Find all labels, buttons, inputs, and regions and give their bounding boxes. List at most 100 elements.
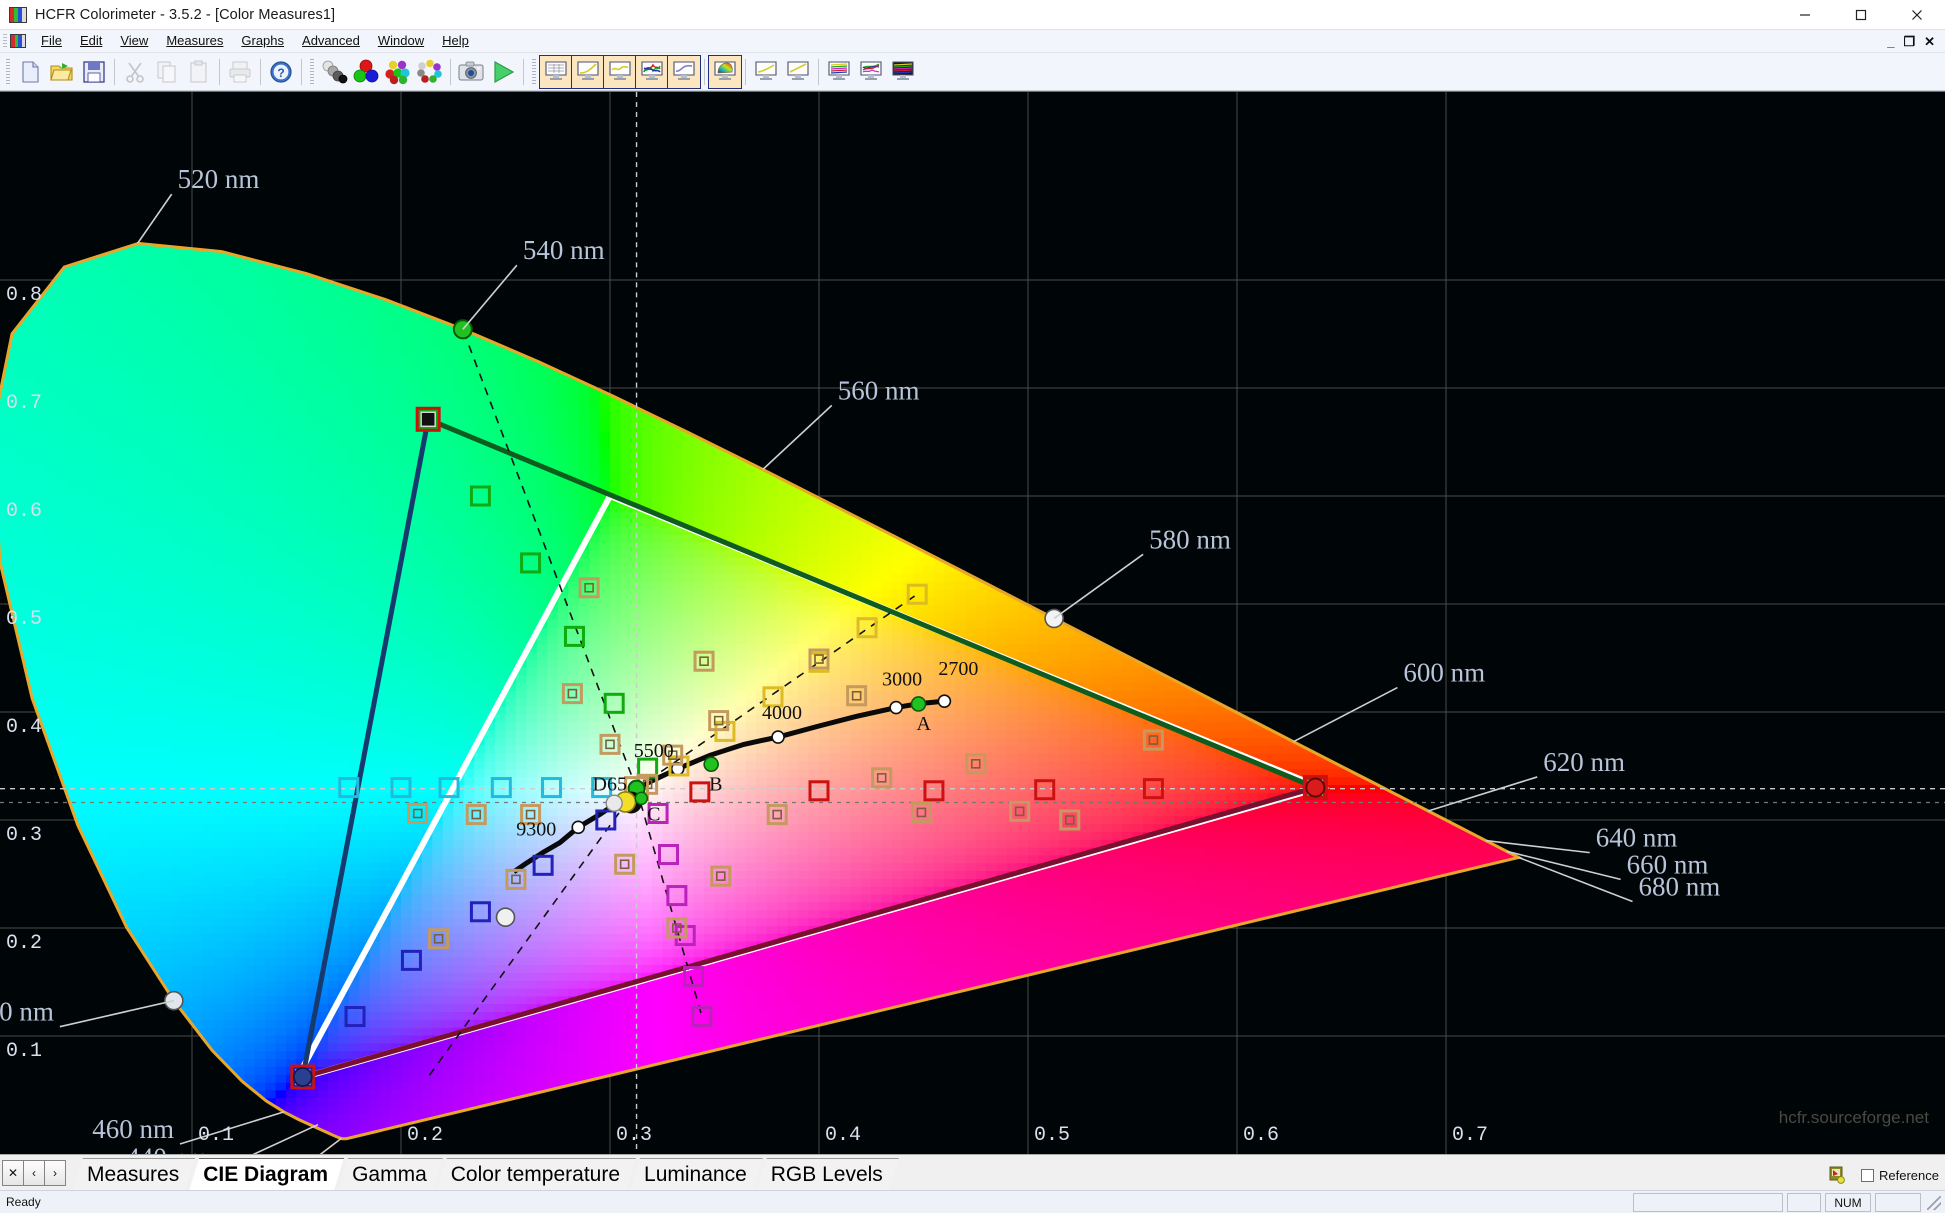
view-gamma-button[interactable] bbox=[571, 54, 605, 89]
menu-item-advanced[interactable]: Advanced bbox=[293, 31, 369, 51]
app-logo-icon bbox=[9, 6, 27, 23]
tab-label: RGB Levels bbox=[770, 1162, 883, 1186]
wavelength-label: 560 nm bbox=[838, 375, 920, 405]
view-multi-curves-button[interactable] bbox=[855, 56, 887, 88]
close-button[interactable] bbox=[1889, 0, 1945, 30]
mdi-minimize-button[interactable]: _ bbox=[1887, 35, 1894, 48]
tab-cie-diagram[interactable]: CIE Diagram bbox=[189, 1158, 344, 1190]
view-luminance-button[interactable] bbox=[667, 54, 701, 89]
copy-button[interactable] bbox=[151, 56, 183, 88]
x-axis-tick-label: 0.7 bbox=[1452, 1124, 1488, 1147]
x-axis-tick-label: 0.1 bbox=[198, 1124, 234, 1147]
measure-primaries-button[interactable] bbox=[350, 56, 382, 88]
maximize-button[interactable] bbox=[1833, 0, 1889, 30]
reference-checkbox-box[interactable] bbox=[1861, 1168, 1875, 1182]
capture-button[interactable] bbox=[455, 56, 487, 88]
y-axis-tick-label: 0.1 bbox=[6, 1040, 42, 1063]
menu-item-window[interactable]: Window bbox=[369, 31, 433, 51]
wavelength-label: 460 nm bbox=[92, 1114, 174, 1144]
help-button[interactable]: ? bbox=[265, 56, 297, 88]
resize-grip[interactable] bbox=[1927, 1195, 1941, 1210]
status-text: Ready bbox=[6, 1195, 41, 1209]
blue-primary-dot[interactable] bbox=[292, 1067, 313, 1087]
menu-item-graphs[interactable]: Graphs bbox=[232, 31, 293, 51]
status-pane-2 bbox=[1787, 1193, 1821, 1212]
toolbar-grip-handle-2[interactable] bbox=[310, 58, 314, 85]
cut-button[interactable] bbox=[119, 56, 151, 88]
tab-strip-right: Reference bbox=[1827, 1165, 1939, 1185]
tab-measures[interactable]: Measures bbox=[73, 1158, 195, 1190]
status-pane-4 bbox=[1875, 1193, 1921, 1212]
toolbar-separator bbox=[818, 58, 819, 85]
x-axis-tick-label: 0.3 bbox=[616, 1124, 652, 1147]
status-bar: Ready NUM bbox=[0, 1190, 1945, 1213]
view-curve-a-button[interactable] bbox=[750, 56, 782, 88]
toolbar-separator bbox=[704, 58, 705, 85]
measure-grayscale-button[interactable] bbox=[318, 56, 350, 88]
print-button[interactable] bbox=[224, 56, 256, 88]
tab-color-temperature[interactable]: Color temperature bbox=[437, 1158, 636, 1190]
menu-grip-handle[interactable] bbox=[3, 33, 7, 49]
menu-item-measures[interactable]: Measures bbox=[157, 31, 232, 51]
red-primary-dot[interactable] bbox=[1305, 777, 1326, 798]
tab-luminance[interactable]: Luminance bbox=[630, 1158, 763, 1190]
svg-text:?: ? bbox=[277, 66, 284, 80]
mdi-child-controls: _ ❐ ✕ bbox=[1887, 30, 1941, 53]
view-measures-button[interactable] bbox=[539, 54, 573, 89]
tab-close-button[interactable]: ✕ bbox=[2, 1160, 24, 1186]
menu-item-help[interactable]: Help bbox=[433, 31, 478, 51]
white-reference-marker[interactable] bbox=[605, 794, 623, 812]
tab-rgb-levels[interactable]: RGB Levels bbox=[757, 1158, 899, 1190]
blackbody-temp-label: 3000 bbox=[882, 668, 922, 690]
menu-item-file[interactable]: File bbox=[32, 31, 71, 51]
tab-next-button[interactable]: › bbox=[44, 1160, 66, 1186]
window-title: HCFR Colorimeter - 3.5.2 - [Color Measur… bbox=[35, 6, 336, 23]
gamut-corner-marker-core bbox=[420, 411, 436, 427]
view-rgb-levels-button[interactable] bbox=[635, 54, 669, 89]
measure-saturations-button[interactable] bbox=[414, 56, 446, 88]
y-axis-tick-label: 0.8 bbox=[6, 284, 42, 307]
tab-gamma[interactable]: Gamma bbox=[338, 1158, 443, 1190]
mdi-close-button[interactable]: ✕ bbox=[1924, 35, 1935, 48]
toolbar-separator bbox=[450, 58, 451, 85]
menu-item-view[interactable]: View bbox=[111, 31, 157, 51]
wavelength-label: 580 nm bbox=[1149, 524, 1231, 554]
reference-marker-icon bbox=[1827, 1165, 1847, 1185]
x-axis-tick-label: 0.5 bbox=[1034, 1124, 1070, 1147]
toolbar-grip-handle-3[interactable] bbox=[532, 58, 536, 85]
illuminant-a-marker[interactable] bbox=[910, 696, 927, 712]
y-axis-tick-label: 0.3 bbox=[6, 824, 42, 847]
view-curve-b-button[interactable] bbox=[782, 56, 814, 88]
tab-list: Measures CIE Diagram Gamma Color temperatur… bbox=[73, 1154, 893, 1190]
wavelength-label: 520 nm bbox=[178, 164, 260, 194]
y-axis-tick-label: 0.5 bbox=[6, 608, 42, 631]
wavelength-label: 440 nm bbox=[126, 1143, 208, 1154]
cie-diagram-chart[interactable]: 520 nm 540 nm 560 nm 580 nm 600 nm 620 nm 640 … bbox=[0, 91, 1945, 1154]
tab-label: Measures bbox=[87, 1162, 180, 1186]
run-button[interactable] bbox=[487, 56, 519, 88]
open-document-button[interactable] bbox=[46, 56, 78, 88]
save-document-button[interactable] bbox=[78, 56, 110, 88]
illuminant-b-marker[interactable] bbox=[703, 756, 719, 773]
blackbody-temp-label: 2700 bbox=[938, 658, 978, 680]
reference-checkbox[interactable]: Reference bbox=[1861, 1168, 1939, 1183]
mdi-app-icon[interactable] bbox=[10, 34, 26, 48]
view-spectrum-button[interactable] bbox=[887, 56, 919, 88]
menu-item-edit[interactable]: Edit bbox=[71, 31, 111, 51]
toolbar-grip-handle[interactable] bbox=[6, 58, 10, 85]
mdi-restore-button[interactable]: ❐ bbox=[1903, 35, 1915, 48]
paste-button[interactable] bbox=[183, 56, 215, 88]
view-multi-lines-button[interactable] bbox=[823, 56, 855, 88]
x-axis-tick-label: 0.4 bbox=[825, 1124, 861, 1147]
measure-secondaries-button[interactable] bbox=[382, 56, 414, 88]
tab-prev-button[interactable]: ‹ bbox=[23, 1160, 45, 1186]
secondary-white-marker[interactable] bbox=[634, 791, 649, 806]
extra-measure-marker[interactable] bbox=[495, 907, 516, 927]
view-cie-diagram-button[interactable] bbox=[708, 54, 742, 89]
cie-diagram-svg[interactable]: 520 nm 540 nm 560 nm 580 nm 600 nm 620 nm 640 … bbox=[0, 92, 1945, 1154]
toolbar-separator bbox=[114, 58, 115, 85]
minimize-button[interactable] bbox=[1777, 0, 1833, 30]
new-document-button[interactable] bbox=[14, 56, 46, 88]
view-color-temp-button[interactable] bbox=[603, 54, 637, 89]
tab-nav-buttons: ✕ ‹ › bbox=[2, 1158, 66, 1188]
